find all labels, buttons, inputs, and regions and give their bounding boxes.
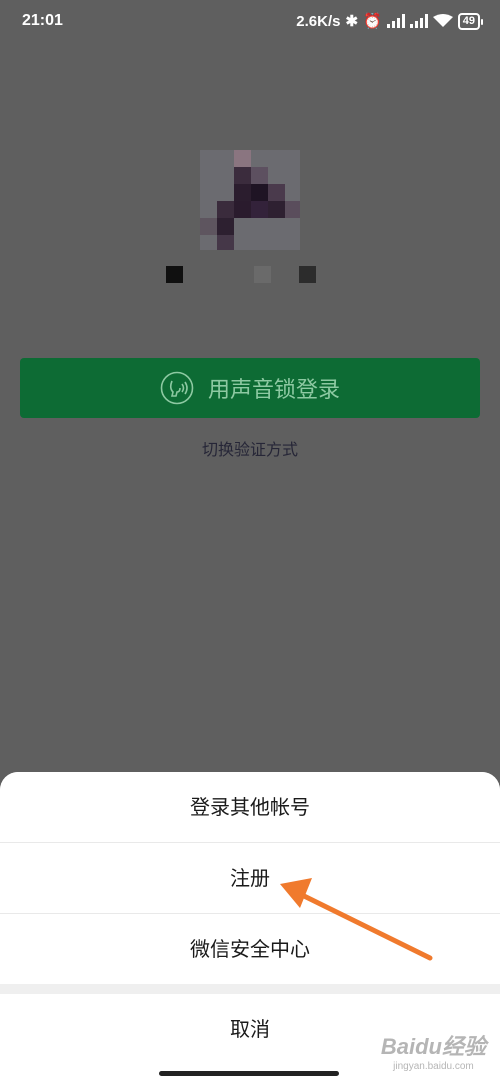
sheet-gap [0, 984, 500, 994]
avatar [200, 150, 300, 250]
watermark-logo: Baidu经验 [380, 1034, 486, 1059]
switch-verification-method-link[interactable]: 切换验证方式 [0, 436, 500, 460]
battery-icon: 49 [457, 12, 484, 30]
voiceprint-icon [160, 371, 194, 405]
sheet-item-login-other-account[interactable]: 登录其他帐号 [0, 772, 500, 842]
status-time: 21:01 [22, 12, 63, 29]
voice-lock-login-button[interactable]: 用声音锁登录 [20, 358, 480, 418]
status-icons: 2.6K/s ✱ ⏰ 49 [296, 12, 484, 30]
network-speed: 2.6K/s [296, 12, 341, 30]
status-bar: 21:01 2.6K/s ✱ ⏰ 49 [0, 0, 500, 44]
sheet-item-register[interactable]: 注册 [0, 843, 500, 913]
bluetooth-icon: ✱ [345, 13, 359, 30]
alarm-icon: ⏰ [363, 13, 382, 30]
sheet-item-security-center[interactable]: 微信安全中心 [0, 914, 500, 984]
nickname-obscured [166, 266, 326, 284]
watermark: Baidu经验 jingyan.baidu.com [381, 1029, 486, 1072]
signal-hd-icon [409, 14, 428, 28]
home-indicator[interactable] [159, 1071, 339, 1076]
wifi-icon [432, 14, 453, 27]
signal-icon [386, 14, 405, 28]
voice-lock-login-label: 用声音锁登录 [207, 377, 340, 402]
watermark-url: jingyan.baidu.com [393, 1061, 474, 1072]
